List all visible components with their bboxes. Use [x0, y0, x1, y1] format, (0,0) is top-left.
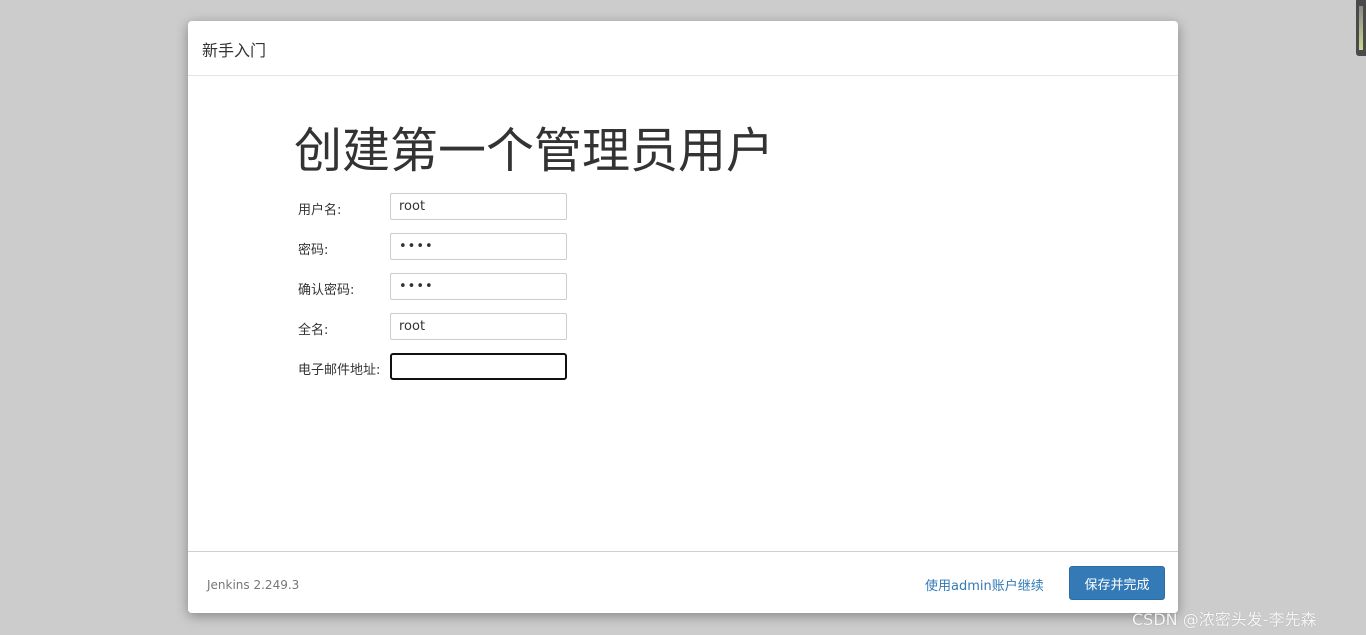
full-name-label: 全名:: [298, 323, 329, 338]
password-label: 密码:: [298, 243, 329, 258]
confirm-password-label: 确认密码:: [298, 283, 355, 298]
dialog-title: 新手入门: [202, 41, 267, 60]
form-row-username: 用户名:: [298, 193, 698, 223]
password-input[interactable]: [390, 233, 567, 260]
form-row-password: 密码:: [298, 233, 698, 263]
dialog-footer: Jenkins 2.249.3 使用admin账户继续 保存并完成: [188, 551, 1178, 613]
scrollbar-thumb[interactable]: [1359, 6, 1363, 50]
save-and-finish-button[interactable]: 保存并完成: [1069, 566, 1165, 600]
confirm-password-input[interactable]: [390, 273, 567, 300]
dialog-header: 新手入门: [188, 21, 1178, 76]
setup-dialog: 新手入门 创建第一个管理员用户 用户名: 密码: 确认密码: 全名: 电子邮件地…: [188, 21, 1178, 613]
username-input[interactable]: [390, 193, 567, 220]
form-row-email: 电子邮件地址:: [298, 353, 698, 383]
version-label: Jenkins 2.249.3: [207, 578, 300, 592]
username-label: 用户名:: [298, 203, 342, 218]
continue-as-admin-link[interactable]: 使用admin账户继续: [925, 575, 1044, 594]
watermark: CSDN @浓密头发-李先森: [1132, 610, 1317, 629]
full-name-input[interactable]: [390, 313, 567, 340]
scrollbar-indicator[interactable]: [1356, 0, 1366, 56]
form-row-full-name: 全名:: [298, 313, 698, 343]
email-input[interactable]: [390, 353, 567, 380]
page-heading: 创建第一个管理员用户: [294, 123, 775, 179]
form-row-confirm-password: 确认密码:: [298, 273, 698, 303]
email-label: 电子邮件地址:: [298, 363, 381, 378]
